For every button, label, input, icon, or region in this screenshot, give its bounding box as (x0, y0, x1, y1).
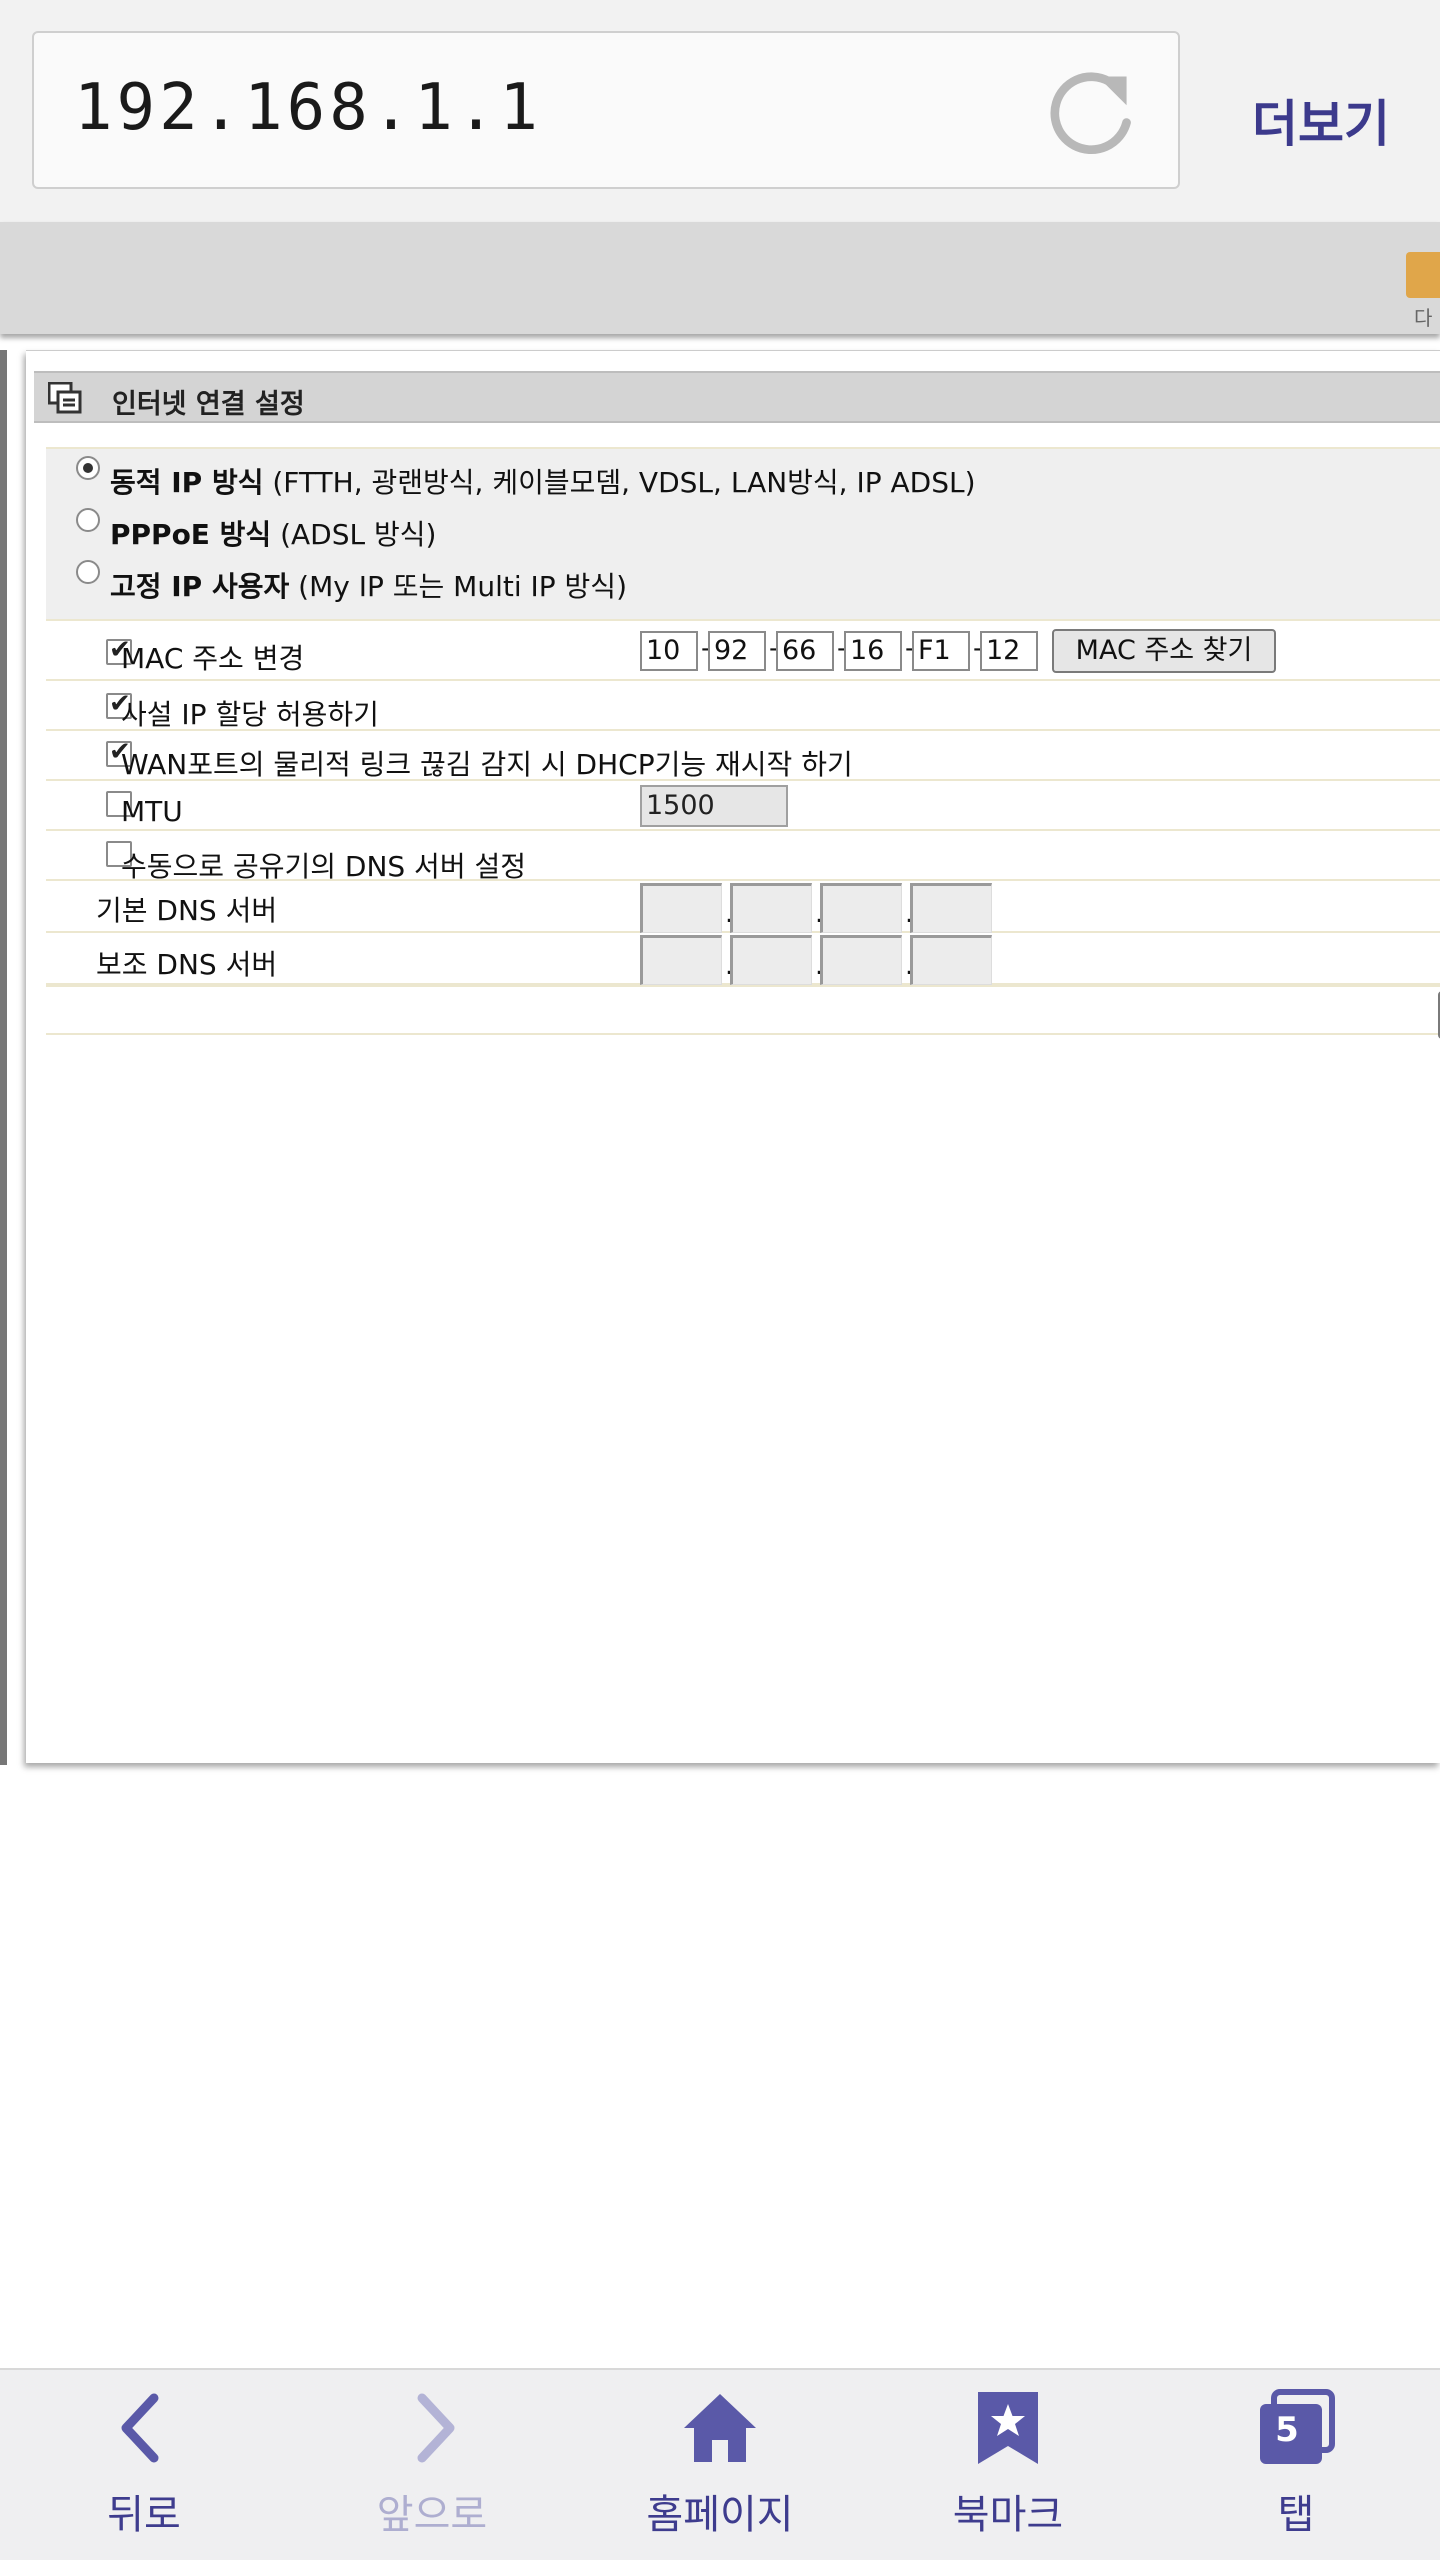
nav-back[interactable]: 뒤로 (0, 2370, 288, 2562)
mac-octet-2[interactable]: 92 (708, 631, 766, 671)
primary-dns-octet-4[interactable] (910, 883, 992, 933)
mtu-label: MTU (121, 795, 183, 828)
primary-dns-label: 기본 DNS 서버 (96, 894, 278, 927)
router-logo-icon[interactable] (1406, 252, 1440, 298)
mac-octet-4[interactable]: 16 (844, 631, 902, 671)
secondary-dns-row: 보조 DNS 서버 . . . (46, 933, 1440, 985)
nav-bookmark-label: 북마크 (952, 2492, 1064, 2538)
nav-bookmark[interactable]: 북마크 (864, 2370, 1152, 2562)
mode-pppoe-title: PPPoE 방식 (110, 518, 272, 551)
radio-static-ip[interactable] (76, 560, 100, 584)
panel-header: 인터넷 연결 설정 (34, 371, 1440, 423)
corner-label: 다 (1414, 306, 1433, 330)
private-ip-label: 사설 IP 할당 허용하기 (121, 698, 379, 731)
nav-home-label: 홈페이지 (646, 2492, 794, 2538)
internet-settings-panel: 인터넷 연결 설정 동적 IP 방식 (FTTH, 광랜방식, 케이블모뎀, V… (26, 350, 1440, 1763)
manual-dns-label: 수동으로 공유기의 DNS 서버 설정 (121, 850, 527, 883)
secondary-dns-label: 보조 DNS 서버 (96, 948, 278, 981)
nav-forward[interactable]: 앞으로 (288, 2370, 576, 2562)
primary-dns-octet-3[interactable] (820, 883, 902, 933)
more-menu-button[interactable]: 더보기 (1252, 84, 1390, 156)
mac-find-button[interactable]: MAC 주소 찾기 (1052, 629, 1276, 673)
browser-toolbar: 192.168.1.1 더보기 (0, 0, 1440, 222)
secondary-dns-octet-4[interactable] (910, 935, 992, 985)
mode-static-ip-desc: (My IP 또는 Multi IP 방식) (289, 570, 627, 603)
radio-pppoe[interactable] (76, 508, 100, 532)
mode-static-ip[interactable]: 고정 IP 사용자 (My IP 또는 Multi IP 방식) (76, 560, 627, 605)
mac-octet-3[interactable]: 66 (776, 631, 834, 671)
url-text[interactable]: 192.168.1.1 (74, 71, 542, 145)
url-bar[interactable]: 192.168.1.1 (32, 31, 1180, 189)
wan-restart-row: WAN포트의 물리적 링크 끊김 감지 시 DHCP기능 재시작 하기 (46, 731, 1440, 781)
secondary-dns-octet-3[interactable] (820, 935, 902, 985)
secondary-dns-octet-2[interactable] (730, 935, 812, 985)
mac-octet-5[interactable]: F1 (912, 631, 970, 671)
primary-dns-octet-2[interactable] (730, 883, 812, 933)
mac-change-row: MAC 주소 변경 10 - 92 - 66 - 16 - F1 - 12 MA… (46, 623, 1440, 681)
mac-octet-6[interactable]: 12 (980, 631, 1038, 671)
connection-mode-group: 동적 IP 방식 (FTTH, 광랜방식, 케이블모뎀, VDSL, LAN방식… (46, 447, 1440, 621)
bookmark-icon (978, 2392, 1038, 2464)
back-icon (121, 2393, 159, 2463)
nav-tabs-label: 탭 (1277, 2492, 1315, 2538)
secondary-dns-octet-1[interactable] (640, 935, 722, 985)
router-header-band: 다 (0, 222, 1440, 334)
mode-static-ip-title: 고정 IP 사용자 (110, 570, 290, 603)
nav-home[interactable]: 홈페이지 (576, 2370, 864, 2562)
reload-icon[interactable] (1044, 63, 1140, 159)
nav-forward-label: 앞으로 (376, 2492, 488, 2538)
tab-count: 5 (1275, 2410, 1299, 2450)
wan-restart-label: WAN포트의 물리적 링크 끊김 감지 시 DHCP기능 재시작 하기 (121, 748, 853, 781)
primary-dns-row: 기본 DNS 서버 . . . (46, 881, 1440, 933)
mode-dynamic-ip-desc: (FTTH, 광랜방식, 케이블모뎀, VDSL, LAN방식, IP ADSL… (263, 466, 976, 499)
manual-dns-row: 수동으로 공유기의 DNS 서버 설정 (46, 831, 1440, 883)
mtu-row: MTU 1500 (46, 781, 1440, 831)
mac-octet-1[interactable]: 10 (640, 631, 698, 671)
mode-pppoe-desc: (ADSL 방식) (271, 518, 437, 551)
nav-back-label: 뒤로 (107, 2492, 181, 2538)
left-frame-edge (0, 350, 7, 1765)
window-icon (48, 382, 82, 414)
mode-dynamic-ip-title: 동적 IP 방식 (110, 466, 264, 499)
mtu-input[interactable]: 1500 (640, 785, 788, 827)
primary-dns-octet-1[interactable] (640, 883, 722, 933)
forward-icon (417, 2393, 455, 2463)
panel-title: 인터넷 연결 설정 (112, 389, 305, 420)
mode-pppoe[interactable]: PPPoE 방식 (ADSL 방식) (76, 508, 437, 553)
mode-dynamic-ip[interactable]: 동적 IP 방식 (FTTH, 광랜방식, 케이블모뎀, VDSL, LAN방식… (76, 456, 976, 501)
apply-row (46, 985, 1440, 1039)
mac-change-label: MAC 주소 변경 (121, 642, 305, 675)
browser-bottom-nav: 뒤로 앞으로 홈페이지 북마크 5 탭 (0, 2368, 1440, 2560)
home-icon (684, 2394, 756, 2462)
private-ip-row: 사설 IP 할당 허용하기 (46, 681, 1440, 731)
radio-dynamic-ip[interactable] (76, 456, 100, 480)
nav-tabs[interactable]: 5 탭 (1152, 2370, 1440, 2562)
